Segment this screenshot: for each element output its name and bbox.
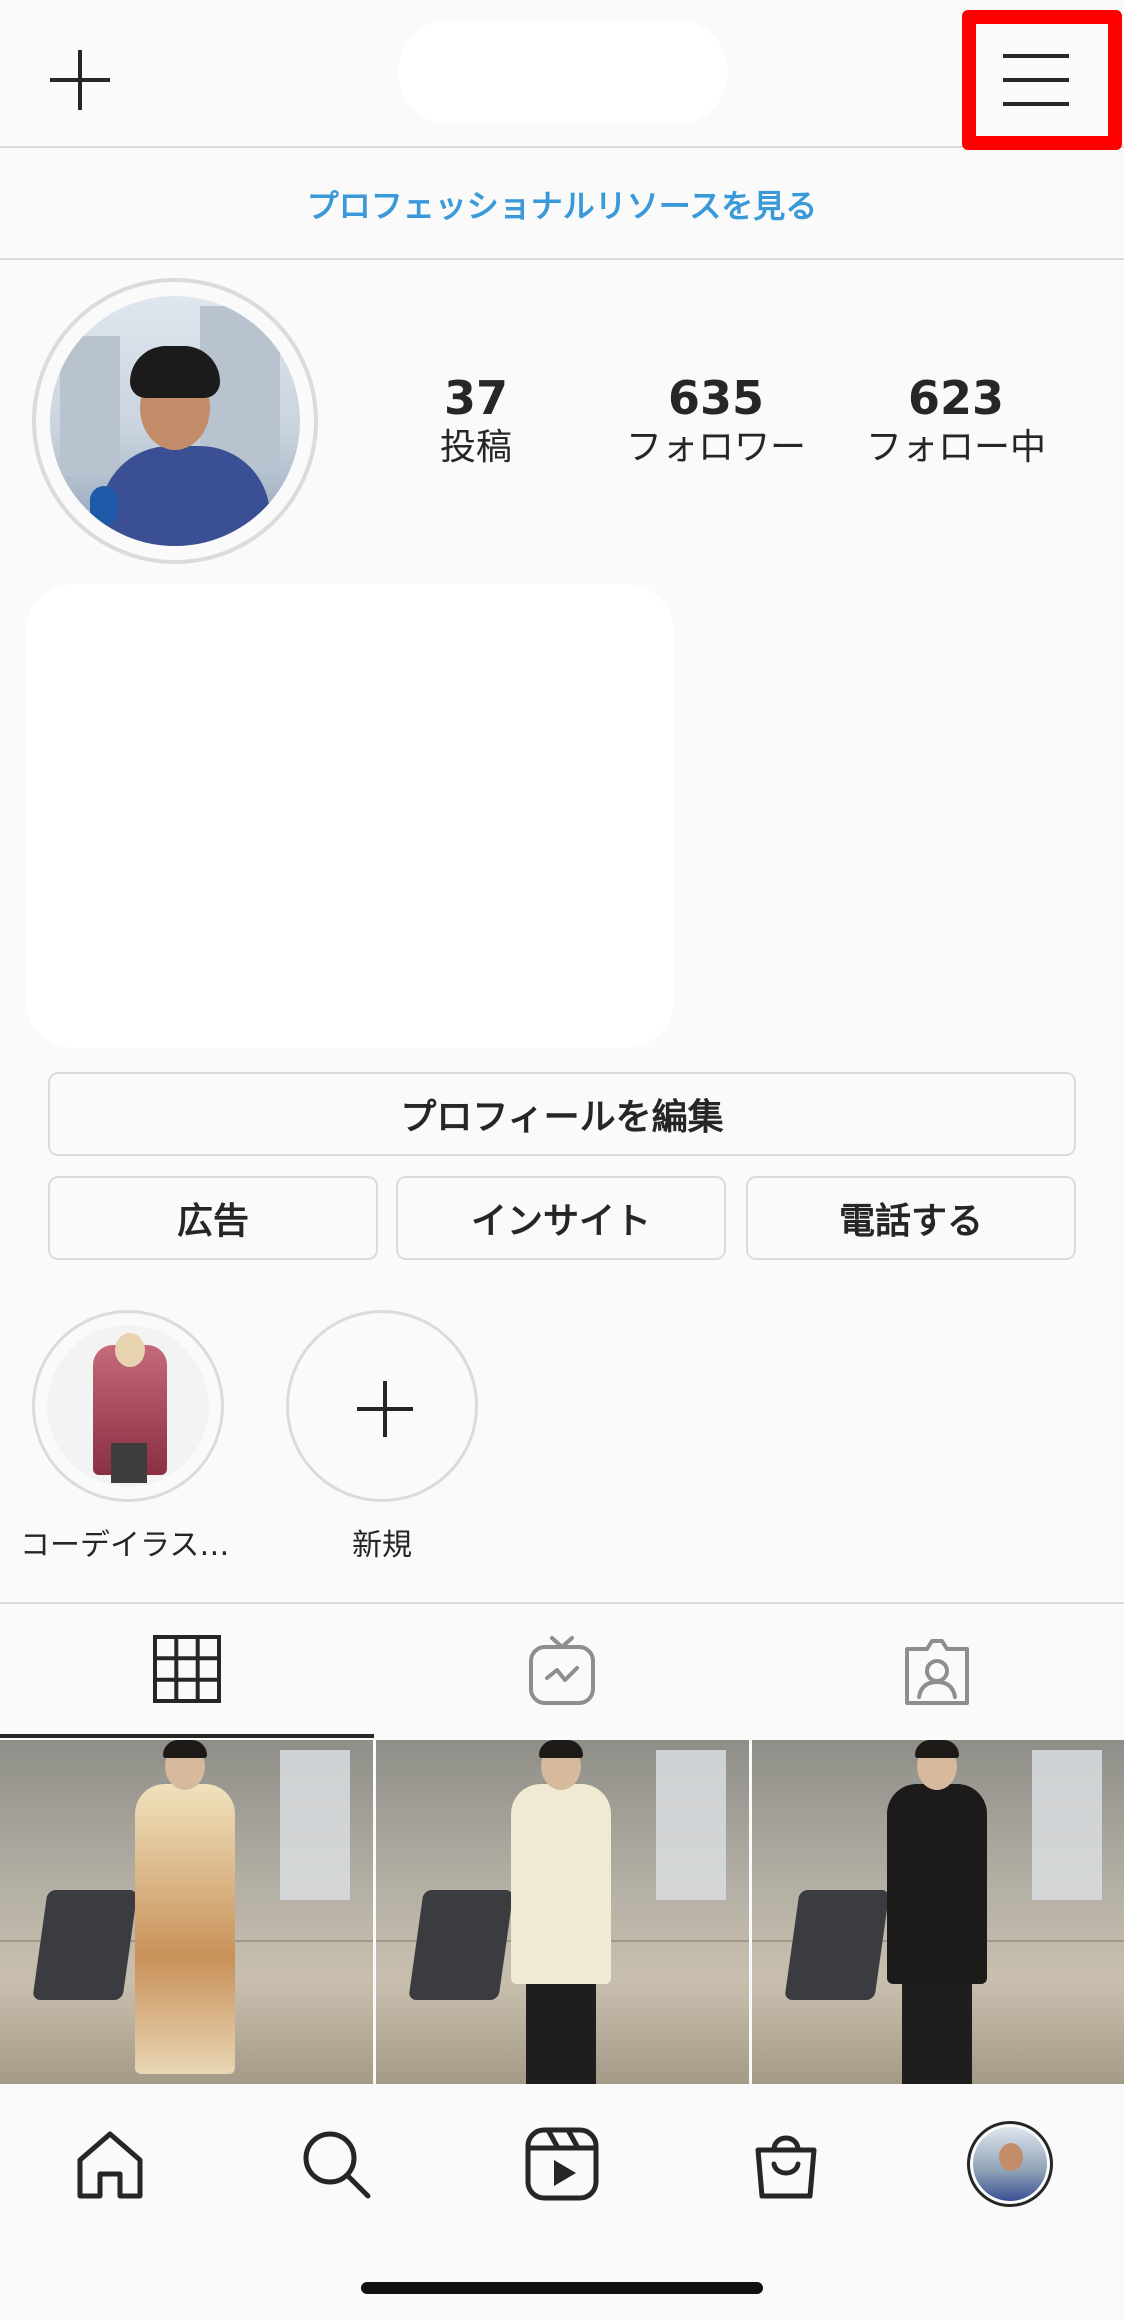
profile-tabs bbox=[0, 1602, 1124, 1738]
nav-shop[interactable] bbox=[726, 2104, 846, 2224]
posts-label: 投稿 bbox=[439, 427, 512, 468]
new-highlight-label: 新規 bbox=[352, 1528, 412, 1563]
tab-igtv[interactable] bbox=[375, 1604, 749, 1738]
new-highlight-button[interactable] bbox=[286, 1310, 478, 1502]
menu-line bbox=[1003, 54, 1069, 58]
avatar-photo bbox=[50, 296, 300, 546]
grid-icon bbox=[153, 1635, 221, 1703]
illustration-head bbox=[115, 1333, 145, 1367]
profile-avatar-small-photo bbox=[973, 2127, 1047, 2201]
top-bar bbox=[0, 0, 1124, 150]
posts-count: 37 bbox=[443, 371, 508, 425]
post-person-hair bbox=[539, 1740, 583, 1758]
following-label: フォロー中 bbox=[865, 427, 1046, 468]
igtv-icon bbox=[529, 1636, 595, 1705]
post-bg-sculpture bbox=[408, 1890, 514, 2000]
professional-resources-link[interactable]: プロフェッショナルリソースを見る bbox=[307, 181, 817, 227]
home-icon bbox=[77, 2131, 143, 2199]
following-stat[interactable]: 623 フォロー中 bbox=[856, 372, 1056, 470]
profile-avatar-small bbox=[967, 2121, 1053, 2207]
profile-screen: プロフェッショナルリソースを見る 37 投稿 635 フォロワー 623 フォロ… bbox=[0, 0, 1124, 2320]
highlight-cover-image bbox=[47, 1325, 209, 1487]
post-bg-window bbox=[1032, 1750, 1102, 1900]
tab-tagged[interactable] bbox=[750, 1604, 1124, 1738]
posts-grid bbox=[0, 1740, 1124, 2084]
bio-redacted bbox=[26, 584, 674, 1048]
menu-line bbox=[1003, 78, 1069, 82]
post-bg-sculpture bbox=[32, 1890, 138, 2000]
insights-button[interactable]: インサイト bbox=[396, 1176, 726, 1260]
followers-stat[interactable]: 635 フォロワー bbox=[616, 372, 816, 470]
following-count: 623 bbox=[907, 371, 1005, 425]
nav-reels[interactable] bbox=[502, 2104, 622, 2224]
post-thumbnail[interactable] bbox=[376, 1740, 749, 2084]
post-thumbnail[interactable] bbox=[0, 1740, 373, 2084]
avatar-hair bbox=[130, 346, 220, 398]
post-person-body bbox=[887, 1784, 987, 1984]
tab-posts-grid[interactable] bbox=[0, 1604, 374, 1738]
home-indicator[interactable] bbox=[361, 2282, 763, 2294]
call-button[interactable]: 電話する bbox=[746, 1176, 1076, 1260]
illustration-legs bbox=[111, 1443, 147, 1483]
tagged-icon bbox=[905, 1639, 969, 1705]
post-bg-window bbox=[656, 1750, 726, 1900]
ads-button[interactable]: 広告 bbox=[48, 1176, 378, 1260]
post-person-legs bbox=[902, 1970, 972, 2084]
plus-icon bbox=[357, 1381, 413, 1437]
avatar-bg-building bbox=[60, 336, 120, 476]
highlight-label: コーデイラス… bbox=[20, 1528, 230, 1563]
avatar-shirt bbox=[100, 446, 270, 546]
search-icon bbox=[303, 2131, 371, 2199]
post-person-body bbox=[135, 1784, 235, 2074]
nav-profile[interactable] bbox=[950, 2104, 1070, 2224]
new-post-plus-icon[interactable] bbox=[40, 40, 120, 120]
profile-avatar[interactable] bbox=[32, 278, 318, 564]
post-person-hair bbox=[915, 1740, 959, 1758]
post-person-hair bbox=[163, 1740, 207, 1758]
post-bg-window bbox=[280, 1750, 350, 1900]
avatar-road-sign bbox=[90, 486, 118, 526]
menu-line bbox=[1003, 102, 1069, 106]
posts-stat[interactable]: 37 投稿 bbox=[376, 372, 576, 470]
post-thumbnail[interactable] bbox=[752, 1740, 1124, 2084]
highlight-item[interactable]: コーデイラス… bbox=[20, 1310, 229, 1564]
post-person-body bbox=[511, 1784, 611, 1984]
followers-count: 635 bbox=[667, 371, 765, 425]
followers-label: フォロワー bbox=[625, 427, 806, 468]
professional-resources-banner[interactable]: プロフェッショナルリソースを見る bbox=[0, 150, 1124, 260]
nav-search[interactable] bbox=[276, 2104, 396, 2224]
edit-profile-button[interactable]: プロフィールを編集 bbox=[48, 1072, 1076, 1156]
username-redacted[interactable] bbox=[398, 20, 728, 124]
post-person-legs bbox=[526, 1970, 596, 2084]
post-bg-sculpture bbox=[784, 1890, 890, 2000]
shop-icon bbox=[755, 2135, 817, 2199]
hamburger-menu-icon[interactable] bbox=[1003, 50, 1073, 110]
nav-home[interactable] bbox=[50, 2104, 170, 2224]
avatar-face bbox=[999, 2143, 1023, 2171]
reels-icon bbox=[525, 2127, 599, 2201]
new-highlight-item[interactable]: 新規 bbox=[284, 1310, 480, 1564]
highlight-cover[interactable] bbox=[32, 1310, 224, 1502]
